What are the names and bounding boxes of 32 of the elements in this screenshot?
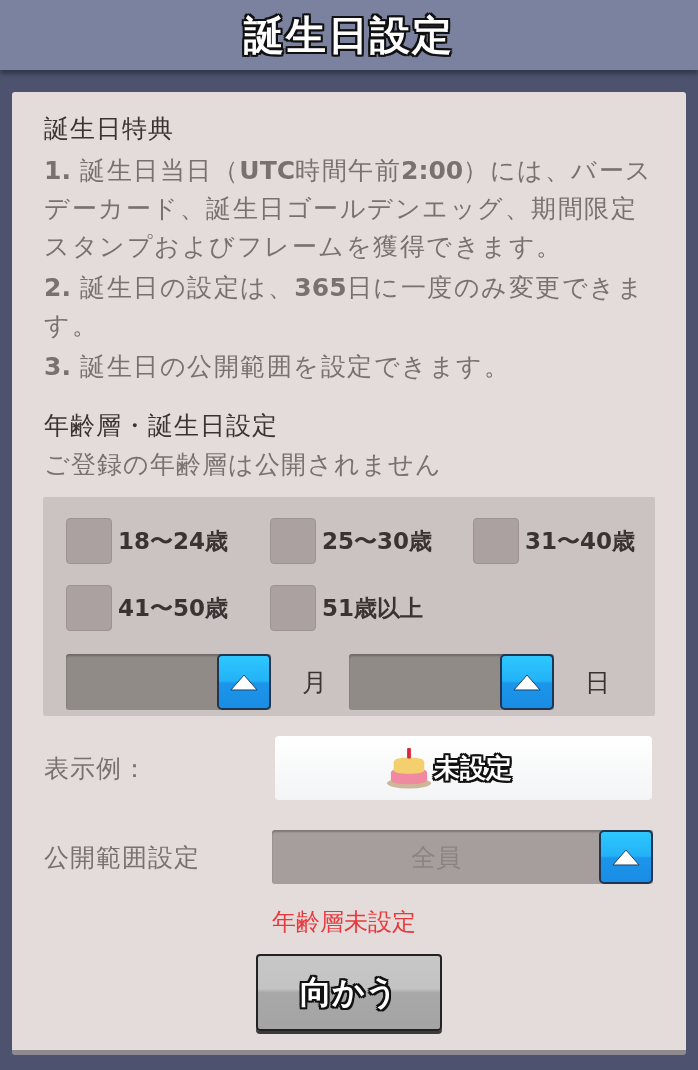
benefit-text: 1. 誕生日当日（UTC時間午前2:00）には、バースデーカード、誕生日ゴールデンエッグ、期間限定スタンプおよびフレームを獲得できます。 bbox=[44, 155, 654, 263]
age-range-label: 31〜40歳 bbox=[525, 526, 635, 556]
checkbox[interactable] bbox=[270, 585, 316, 631]
age-range-label: 51歳以上 bbox=[322, 593, 423, 623]
age-range-label: 41〜50歳 bbox=[118, 593, 228, 623]
age-range-label: 18〜24歳 bbox=[118, 526, 228, 556]
proceed-button[interactable]: 向かう bbox=[256, 954, 442, 1031]
display-example-label: 表示例： bbox=[44, 752, 149, 785]
month-unit-label: 月 bbox=[302, 666, 327, 699]
day-unit-label: 日 bbox=[585, 666, 610, 699]
caret-up-icon bbox=[230, 673, 258, 691]
day-select[interactable] bbox=[349, 654, 554, 710]
checkbox[interactable] bbox=[270, 518, 316, 564]
benefit-text: 2. 誕生日の設定は、365日に一度のみ変更できます。 bbox=[44, 272, 646, 342]
caret-up-icon bbox=[513, 673, 541, 691]
checkbox[interactable] bbox=[66, 585, 112, 631]
visibility-label: 公開範囲設定 bbox=[44, 841, 201, 874]
dropdown-button[interactable] bbox=[500, 654, 554, 710]
note-text: ご登録の年齢層は公開されません bbox=[44, 449, 442, 481]
dropdown-button[interactable] bbox=[217, 654, 271, 710]
preview-value: 未設定 bbox=[433, 751, 512, 785]
error-message: 年齢層未設定 bbox=[272, 907, 416, 938]
screen-title: 誕生日設定 bbox=[244, 11, 454, 60]
cake-icon bbox=[385, 747, 432, 789]
caret-up-icon bbox=[612, 848, 640, 866]
checkbox[interactable] bbox=[473, 518, 519, 564]
benefit-text: 3. 誕生日の公開範囲を設定できます。 bbox=[44, 351, 512, 383]
age-range-label: 25〜30歳 bbox=[322, 526, 432, 556]
checkbox[interactable] bbox=[66, 518, 112, 564]
month-select[interactable] bbox=[66, 654, 271, 710]
section-heading: 誕生日特典 bbox=[44, 113, 174, 145]
section-heading: 年齢層・誕生日設定 bbox=[44, 410, 278, 442]
